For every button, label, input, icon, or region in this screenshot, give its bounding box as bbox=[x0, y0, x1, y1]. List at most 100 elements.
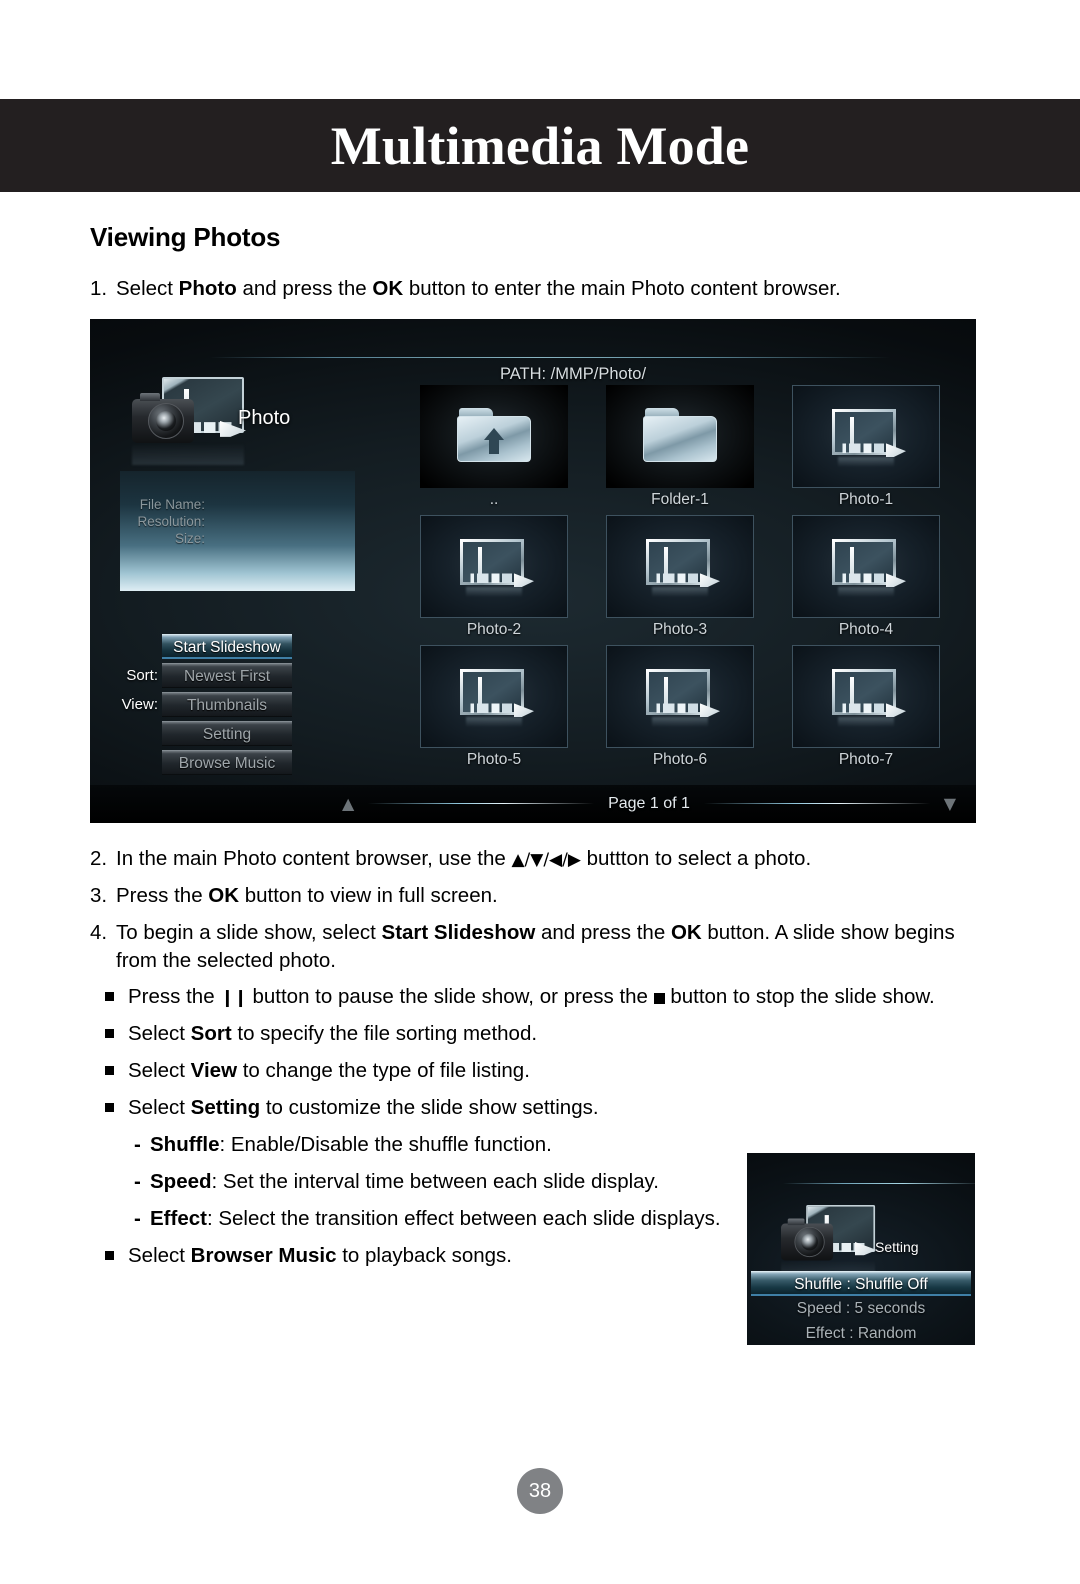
thumbnail-row: Photo-5 Photo-6 Photo-7 bbox=[420, 644, 940, 769]
thumbnail-item[interactable]: Photo-3 bbox=[606, 514, 754, 639]
folder-up-icon bbox=[420, 384, 568, 488]
bullet-square-icon bbox=[105, 1029, 114, 1039]
thumbnail-label: Photo-1 bbox=[838, 490, 894, 508]
setting-panel-screenshot: Setting Shuffle : Shuffle Off Speed : 5 … bbox=[747, 1153, 975, 1345]
thumbnail-item[interactable]: Photo-4 bbox=[792, 514, 940, 639]
header-divider-line bbox=[210, 356, 890, 358]
photo-browser-screenshot: PATH: /MMP/Photo/ Photo File Name: Resol… bbox=[90, 318, 976, 823]
step-2-text: In the main Photo content browser, use t… bbox=[116, 846, 812, 870]
bullet-square-icon bbox=[105, 992, 114, 1002]
bullet-setting: Select Setting to customize the slide sh… bbox=[90, 1094, 990, 1122]
step-3: 3. Press the OK button to view in full s… bbox=[90, 882, 990, 910]
thumbnail-label: Photo-6 bbox=[652, 750, 708, 768]
section-heading: Viewing Photos bbox=[90, 222, 281, 252]
step-1: 1. Select Photo and press the OK button … bbox=[90, 275, 990, 303]
step-1-text: Select Photo and press the OK button to … bbox=[116, 277, 841, 300]
browse-music-button[interactable]: Browse Music bbox=[162, 749, 292, 775]
thumbnail-row: Photo-2 Photo-3 Photo-4 bbox=[420, 514, 940, 639]
mode-label: Photo bbox=[238, 406, 291, 429]
browser-footer-bar: ▲ Page 1 of 1 ▼ bbox=[90, 784, 976, 823]
picture-icon bbox=[792, 644, 940, 748]
bullet-square-icon bbox=[105, 1103, 114, 1112]
header-divider-line bbox=[783, 1183, 975, 1184]
side-row-slideshow: Start Slideshow bbox=[162, 633, 292, 662]
folder-icon bbox=[606, 384, 754, 488]
page-indicator: Page 1 of 1 bbox=[608, 794, 690, 812]
subitem-text: Shuffle: Enable/Disable the shuffle func… bbox=[150, 1132, 552, 1156]
thumbnail-item[interactable]: Photo-6 bbox=[606, 644, 754, 769]
file-name-label: File Name: bbox=[139, 496, 205, 512]
picture-icon bbox=[606, 514, 754, 618]
shuffle-row[interactable]: Shuffle : Shuffle Off bbox=[751, 1271, 971, 1296]
bullet-view: Select View to change the type of file l… bbox=[90, 1057, 990, 1085]
stop-button-glyph bbox=[653, 993, 665, 1005]
step-2: 2. In the main Photo content browser, us… bbox=[90, 845, 990, 873]
picture-icon bbox=[420, 644, 568, 748]
start-slideshow-button[interactable]: Start Slideshow bbox=[162, 633, 292, 659]
thumbnail-label: .. bbox=[489, 490, 499, 508]
side-row-setting: Setting bbox=[162, 720, 292, 749]
view-caption: View: bbox=[121, 695, 158, 713]
thumbnail-label: Photo-2 bbox=[466, 620, 522, 638]
setting-button[interactable]: Setting bbox=[162, 720, 292, 746]
bullet-square-icon bbox=[105, 1066, 114, 1076]
step-3-number: 3. bbox=[90, 883, 108, 907]
thumbnail-grid: .. Folder-1 Photo-1 Photo-2 Photo-3 Phot… bbox=[420, 384, 940, 775]
step-4-number: 4. bbox=[90, 920, 108, 944]
side-row-sort: Sort: Newest First bbox=[126, 662, 292, 691]
view-button[interactable]: Thumbnails bbox=[162, 691, 292, 717]
setting-rows: Shuffle : Shuffle Off Speed : 5 seconds … bbox=[747, 1271, 975, 1345]
page-content: Viewing Photos 1. Select Photo and press… bbox=[90, 222, 990, 1278]
thumbnail-label: Photo-3 bbox=[652, 620, 708, 638]
thumbnail-label: Photo-7 bbox=[838, 750, 894, 768]
step-3-text: Press the OK button to view in full scre… bbox=[116, 883, 498, 907]
subitem-text: Effect: Select the transition effect bet… bbox=[150, 1206, 721, 1230]
photo-camera-icon bbox=[132, 376, 247, 465]
thumbnail-label: Photo-4 bbox=[838, 620, 894, 638]
size-label: Size: bbox=[174, 530, 205, 546]
thumbnail-item[interactable]: Photo-2 bbox=[420, 514, 568, 639]
bullet-text: Select Browser Music to playback songs. bbox=[128, 1243, 512, 1267]
file-info-panel: File Name: Resolution: Size: bbox=[120, 470, 355, 591]
setting-mode-label: Setting bbox=[875, 1239, 919, 1255]
footer-divider-right bbox=[703, 803, 930, 805]
thumbnail-item[interactable]: .. bbox=[420, 384, 568, 509]
step-1-number: 1. bbox=[90, 277, 108, 300]
bullet-text: Select Setting to customize the slide sh… bbox=[128, 1096, 599, 1119]
bullet-sort: Select Sort to specify the file sorting … bbox=[90, 1020, 990, 1048]
thumbnail-row: .. Folder-1 Photo-1 bbox=[420, 384, 940, 509]
setting-camera-icon bbox=[781, 1205, 877, 1279]
chapter-title-bar: Multimedia Mode bbox=[0, 99, 1080, 192]
thumbnail-item[interactable]: Photo-7 bbox=[792, 644, 940, 769]
pause-button-glyph: ❙❙ bbox=[220, 988, 247, 1009]
sort-caption: Sort: bbox=[126, 666, 158, 684]
step-2-number: 2. bbox=[90, 846, 108, 870]
page-number-badge: 38 bbox=[517, 1468, 563, 1514]
picture-icon bbox=[792, 514, 940, 618]
chapter-title: Multimedia Mode bbox=[330, 115, 750, 176]
sort-button[interactable]: Newest First bbox=[162, 662, 292, 688]
footer-divider-left bbox=[368, 803, 595, 805]
bullet-text: Select View to change the type of file l… bbox=[128, 1059, 530, 1083]
scroll-up-icon[interactable]: ▲ bbox=[342, 795, 354, 812]
resolution-label: Resolution: bbox=[137, 513, 205, 529]
side-row-browse-music: Browse Music bbox=[162, 749, 292, 778]
bullet-pause-stop: Press the ❙❙ button to pause the slide s… bbox=[90, 983, 990, 1011]
picture-icon bbox=[606, 644, 754, 748]
step-4: 4. To begin a slide show, select Start S… bbox=[90, 919, 990, 975]
subitem-dash: - bbox=[134, 1169, 141, 1193]
effect-row[interactable]: Effect : Random bbox=[747, 1321, 975, 1345]
picture-icon bbox=[420, 514, 568, 618]
speed-row[interactable]: Speed : 5 seconds bbox=[747, 1296, 975, 1321]
thumbnail-label: Folder-1 bbox=[651, 490, 709, 508]
bullet-square-icon bbox=[105, 1250, 114, 1260]
thumbnail-item[interactable]: Photo-5 bbox=[420, 644, 568, 769]
scroll-down-icon[interactable]: ▼ bbox=[944, 795, 956, 812]
subitem-dash: - bbox=[134, 1206, 141, 1230]
thumbnail-item[interactable]: Folder-1 bbox=[606, 384, 754, 509]
browser-side-menu: Start Slideshow Sort: Newest First View:… bbox=[122, 633, 292, 779]
bullet-text: Select Sort to specify the file sorting … bbox=[128, 1022, 538, 1046]
step-4-text: To begin a slide show, select Start Slid… bbox=[116, 920, 955, 972]
thumbnail-item[interactable]: Photo-1 bbox=[792, 384, 940, 509]
side-row-view: View: Thumbnails bbox=[122, 691, 292, 720]
